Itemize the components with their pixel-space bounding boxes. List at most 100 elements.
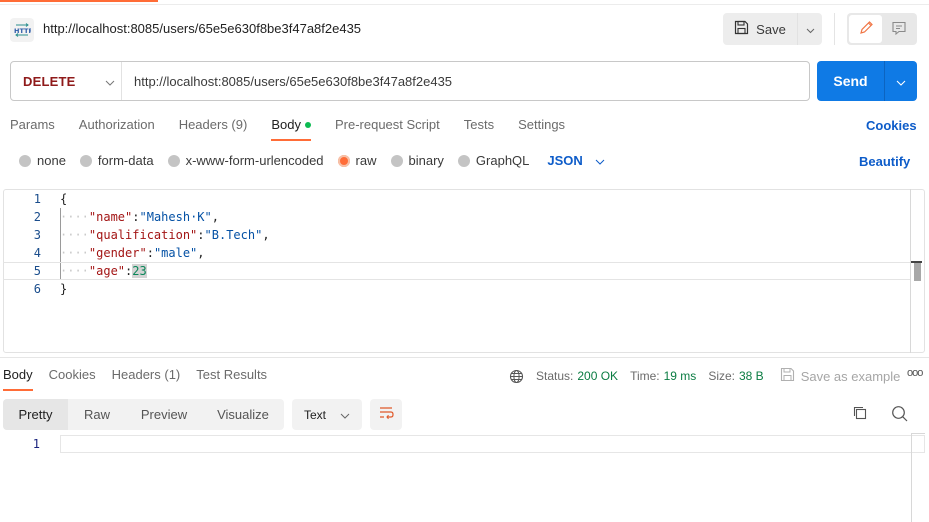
radio-circle bbox=[80, 155, 92, 167]
tab-authorization[interactable]: Authorization bbox=[79, 117, 155, 141]
radio-graphql[interactable]: GraphQL bbox=[458, 153, 529, 168]
response-tab-body[interactable]: Body bbox=[3, 367, 33, 391]
json-key: "name" bbox=[89, 210, 132, 224]
save-options-button[interactable] bbox=[797, 13, 822, 45]
copy-icon bbox=[852, 409, 868, 424]
copy-button[interactable] bbox=[852, 405, 868, 424]
status-readout[interactable]: Status:200 OK bbox=[536, 369, 618, 383]
tab-tests[interactable]: Tests bbox=[464, 117, 494, 141]
line-number: 1 bbox=[3, 190, 43, 208]
save-example-label: Save as example bbox=[801, 369, 901, 384]
pencil-icon bbox=[858, 20, 874, 39]
http-icon: HTTP bbox=[10, 18, 34, 42]
comma: , bbox=[262, 228, 269, 242]
radio-binary[interactable]: binary bbox=[391, 153, 444, 168]
response-tab-test-results[interactable]: Test Results bbox=[196, 367, 267, 391]
response-tabs: Body Cookies Headers (1) Test Results bbox=[3, 367, 283, 391]
comma: , bbox=[212, 210, 219, 224]
send-button-group: Send bbox=[817, 61, 917, 101]
json-string: "male" bbox=[154, 246, 197, 260]
save-as-example-button[interactable]: Save as example bbox=[780, 367, 901, 385]
view-visualize[interactable]: Visualize bbox=[202, 399, 284, 430]
close-brace: } bbox=[60, 282, 67, 296]
tab-settings[interactable]: Settings bbox=[518, 117, 565, 141]
size-readout[interactable]: Size:38 B bbox=[708, 369, 763, 383]
tab-params[interactable]: Params bbox=[10, 117, 55, 141]
format-label: Text bbox=[304, 408, 326, 422]
chevron-down-icon bbox=[340, 408, 350, 422]
save-button[interactable]: Save bbox=[723, 13, 797, 45]
search-button[interactable] bbox=[891, 405, 909, 426]
tab-pre-request-script[interactable]: Pre-request Script bbox=[335, 117, 440, 141]
more-options-button[interactable]: ooo bbox=[907, 367, 922, 379]
globe-icon[interactable] bbox=[509, 369, 524, 384]
save-label: Save bbox=[756, 22, 786, 37]
radio-label: raw bbox=[356, 153, 377, 168]
comments-mode-button[interactable] bbox=[882, 15, 915, 43]
search-icon bbox=[891, 411, 909, 426]
line-number: 6 bbox=[3, 280, 43, 298]
size-label: Size: bbox=[708, 369, 735, 383]
request-response-divider[interactable] bbox=[0, 357, 929, 358]
response-format-select[interactable]: Text bbox=[292, 399, 362, 430]
chevron-down-icon bbox=[105, 74, 115, 89]
editor-scroll-track bbox=[910, 189, 911, 353]
beautify-link[interactable]: Beautify bbox=[859, 154, 910, 169]
response-meta: Status:200 OK Time:19 ms Size:38 B Save … bbox=[509, 367, 900, 385]
radio-none[interactable]: none bbox=[19, 153, 66, 168]
response-tab-headers[interactable]: Headers (1) bbox=[112, 367, 181, 391]
radio-label: GraphQL bbox=[476, 153, 529, 168]
language-label: JSON bbox=[547, 153, 582, 168]
colon: : bbox=[197, 228, 204, 242]
active-tab-accent bbox=[0, 0, 158, 2]
view-raw[interactable]: Raw bbox=[68, 399, 126, 430]
body-type-options: none form-data x-www-form-urlencoded raw… bbox=[19, 153, 605, 168]
radio-label: binary bbox=[409, 153, 444, 168]
line-number: 3 bbox=[3, 226, 43, 244]
cookies-link[interactable]: Cookies bbox=[866, 118, 917, 133]
radio-raw[interactable]: raw bbox=[338, 153, 377, 168]
request-title[interactable]: http://localhost:8085/users/65e5e630f8be… bbox=[43, 21, 361, 36]
tab-label: Headers (9) bbox=[179, 117, 248, 132]
line-number: 5 bbox=[3, 263, 43, 279]
tab-label: Tests bbox=[464, 117, 494, 132]
code-line: 2 ····"name":"Mahesh·K", bbox=[3, 208, 910, 226]
radio-form-data[interactable]: form-data bbox=[80, 153, 154, 168]
edit-mode-button[interactable] bbox=[849, 15, 882, 43]
radio-label: form-data bbox=[98, 153, 154, 168]
method-select[interactable]: DELETE bbox=[11, 62, 122, 100]
tab-body[interactable]: Body bbox=[271, 117, 311, 141]
time-readout[interactable]: Time:19 ms bbox=[630, 369, 696, 383]
method-label: DELETE bbox=[23, 74, 75, 89]
view-pretty[interactable]: Pretty bbox=[3, 399, 68, 430]
json-key: "qualification" bbox=[89, 228, 197, 242]
json-string: "B.Tech" bbox=[205, 228, 263, 242]
radio-label: x-www-form-urlencoded bbox=[186, 153, 324, 168]
top-divider bbox=[0, 4, 929, 5]
body-indicator-dot bbox=[305, 122, 311, 128]
radio-x-www-form-urlencoded[interactable]: x-www-form-urlencoded bbox=[168, 153, 324, 168]
radio-circle bbox=[458, 155, 470, 167]
radio-label: none bbox=[37, 153, 66, 168]
tab-headers[interactable]: Headers (9) bbox=[179, 117, 248, 141]
response-body-editor[interactable] bbox=[60, 435, 925, 453]
open-brace: { bbox=[60, 192, 67, 206]
send-options-button[interactable] bbox=[884, 61, 917, 101]
chevron-down-icon bbox=[806, 22, 815, 37]
whitespace: ···· bbox=[60, 264, 89, 278]
response-scroll-track[interactable] bbox=[911, 433, 912, 522]
header-separator bbox=[834, 13, 835, 45]
response-tab-cookies[interactable]: Cookies bbox=[49, 367, 96, 391]
chevron-down-icon bbox=[896, 74, 906, 89]
body-language-select[interactable]: JSON bbox=[547, 153, 604, 168]
json-string: "Mahesh·K" bbox=[140, 210, 212, 224]
send-button[interactable]: Send bbox=[817, 61, 884, 101]
response-line-number: 1 bbox=[0, 437, 40, 451]
json-key: "age" bbox=[89, 264, 125, 278]
comma: , bbox=[197, 246, 204, 260]
editor-scrollbar-thumb[interactable] bbox=[914, 263, 921, 281]
wrap-lines-button[interactable] bbox=[370, 399, 402, 430]
tab-label: Body bbox=[271, 117, 301, 132]
view-preview[interactable]: Preview bbox=[126, 399, 202, 430]
url-input[interactable] bbox=[122, 62, 809, 100]
